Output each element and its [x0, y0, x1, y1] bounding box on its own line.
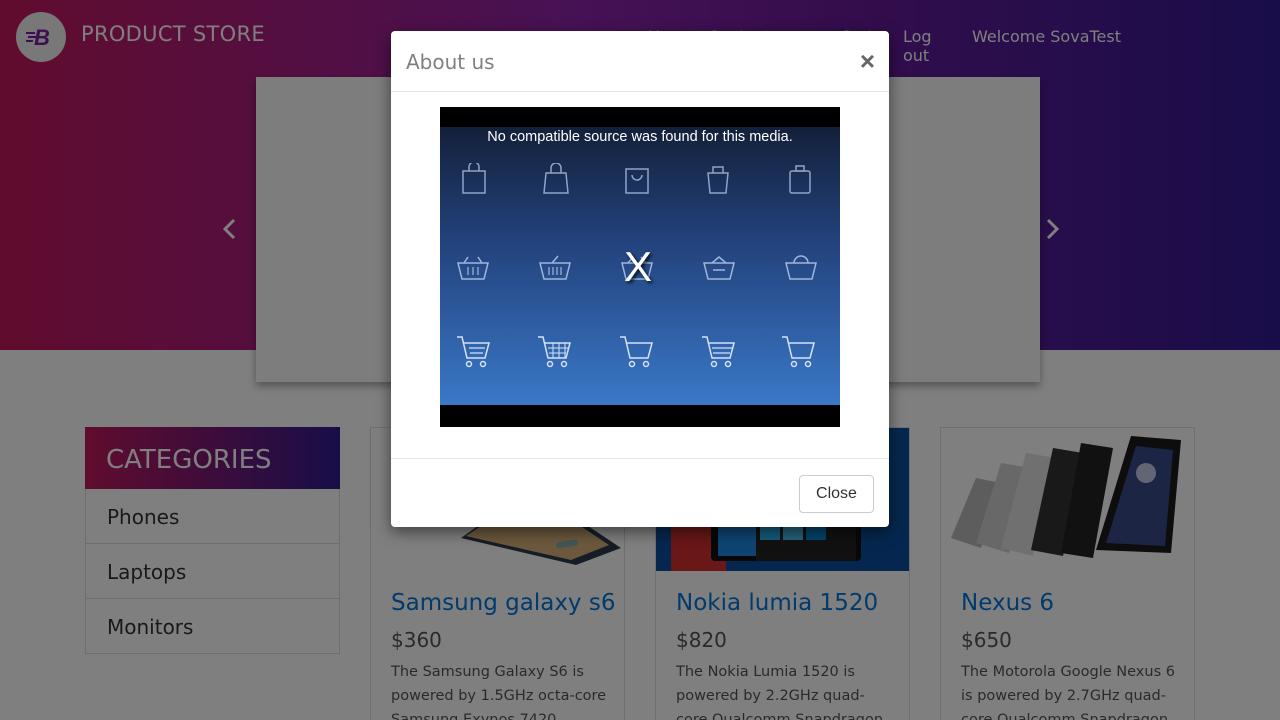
shopping-cart-icon [702, 336, 735, 368]
shopping-cart-icon [782, 336, 815, 368]
shopping-bag-icon [625, 168, 649, 194]
shopping-cart-icon [457, 336, 490, 368]
shopping-bag-icon [707, 166, 729, 194]
basket-icon [539, 255, 571, 280]
basket-icon [457, 256, 489, 280]
shopping-bag-icon [789, 165, 811, 194]
about-us-modal: About us × No compatible source was foun… [391, 31, 889, 527]
shopping-bag-icon [462, 163, 486, 194]
basket-icon [703, 256, 735, 280]
shopping-cart-icon [538, 336, 571, 368]
modal-footer: Close [391, 458, 889, 527]
video-player[interactable]: No compatible source was found for this … [440, 107, 840, 427]
shopping-cart-icon [620, 336, 653, 368]
video-error-icon: X [624, 243, 653, 290]
close-button[interactable]: Close [799, 475, 874, 513]
close-icon[interactable]: × [860, 48, 875, 74]
modal-title: About us [406, 50, 495, 74]
video-error-message: No compatible source was found for this … [487, 129, 793, 145]
shopping-bag-icon [543, 163, 569, 194]
basket-icon [785, 255, 817, 280]
modal-header: About us × [391, 31, 889, 92]
